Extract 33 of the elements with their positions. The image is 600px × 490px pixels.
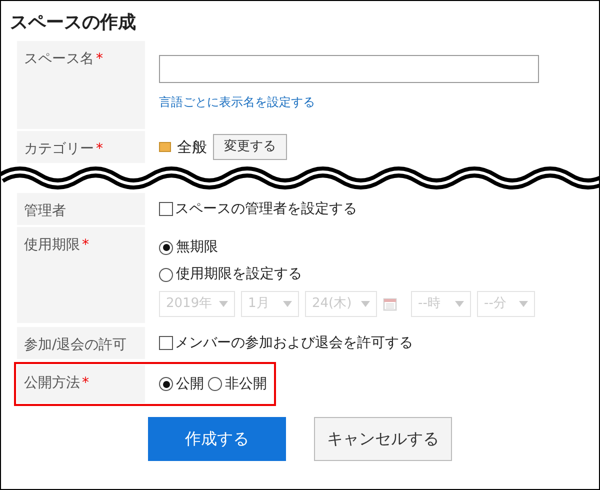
radio-label: 無期限	[176, 238, 218, 257]
checkbox-label: スペースの管理者を設定する	[175, 200, 357, 218]
cancel-button[interactable]: キャンセルする	[314, 417, 452, 461]
radio-button[interactable]	[208, 377, 222, 391]
caret-icon	[283, 301, 292, 307]
required-mark: *	[96, 51, 103, 67]
field-label: カテゴリー	[24, 141, 94, 157]
required-mark: *	[82, 375, 89, 391]
field-label: 公開方法	[24, 375, 80, 391]
text-input-field[interactable]	[159, 55, 539, 83]
link[interactable]: 言語ごとに表示名を設定する	[159, 93, 583, 111]
caret-icon	[455, 301, 464, 307]
field-label: 参加/退会の許可	[24, 337, 127, 353]
radio-label: 公開	[176, 374, 204, 394]
field-label: 管理者	[24, 203, 66, 219]
required-mark: *	[96, 141, 103, 157]
caret-icon	[519, 301, 528, 307]
folder-icon	[159, 142, 171, 152]
field-label: スペース名	[24, 51, 94, 67]
required-mark: *	[82, 237, 89, 253]
category-value: 全般	[177, 136, 207, 158]
create-button[interactable]: 作成する	[148, 417, 286, 461]
field-label: 使用期限	[24, 237, 80, 253]
caret-icon	[219, 301, 228, 307]
radio-button[interactable]	[159, 377, 173, 391]
checkbox[interactable]	[159, 336, 173, 350]
change-button[interactable]: 変更する	[213, 134, 287, 160]
checkbox[interactable]	[159, 202, 173, 216]
caret-icon	[361, 301, 370, 307]
page-title: スペースの作成	[9, 11, 137, 35]
radio-label: 非公開	[225, 374, 267, 394]
radio-label: 使用期限を設定する	[176, 265, 302, 284]
checkbox-label: メンバーの参加および退会を許可する	[175, 334, 413, 352]
